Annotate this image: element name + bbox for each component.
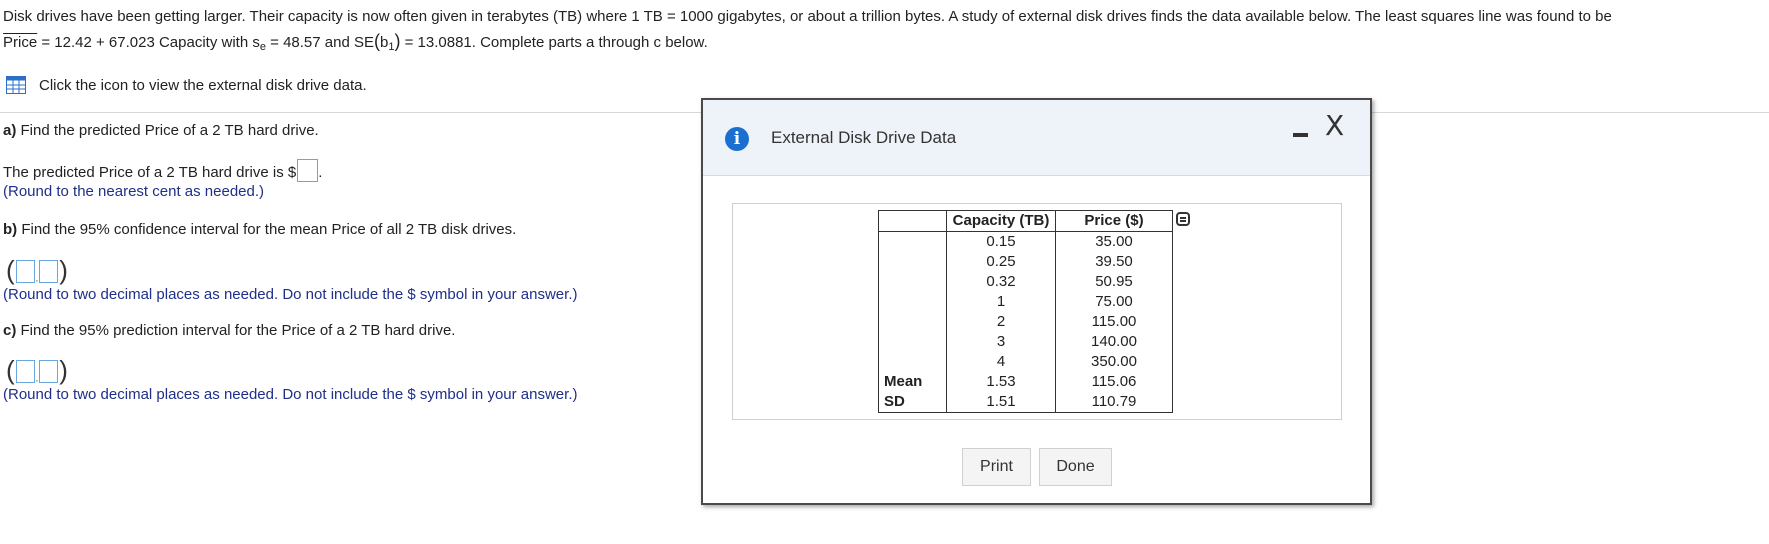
price-hat: Price <box>3 34 38 51</box>
capacity-cell: 1 <box>946 292 1056 312</box>
table-row: 3 140.00 <box>878 332 1173 352</box>
dialog-title: External Disk Drive Data <box>771 128 957 147</box>
summary-label: SD <box>878 392 947 413</box>
data-table-panel: Capacity (TB) Price ($) 0.15 35.00 0.25 39.50… <box>732 203 1342 420</box>
table-row: 0.15 35.00 <box>878 231 1173 252</box>
close-icon[interactable]: X <box>1325 112 1344 140</box>
price-cell: 350.00 <box>1055 352 1173 372</box>
capacity-cell: 0.32 <box>946 272 1056 292</box>
dialog-header: i External Disk Drive Data X <box>703 100 1370 176</box>
row-label <box>878 352 947 372</box>
summary-price: 110.79 <box>1055 392 1173 413</box>
regression-equation: Price = 12.42 + 67.023 Capacity with se … <box>3 31 708 53</box>
price-cell: 75.00 <box>1055 292 1173 312</box>
row-label <box>878 252 947 272</box>
row-label <box>878 272 947 292</box>
info-icon: i <box>725 127 749 151</box>
capacity-cell: 4 <box>946 352 1056 372</box>
part-b-interval: ( , ) <box>6 255 68 285</box>
capacity-cell: 0.25 <box>946 252 1056 272</box>
part-c-interval: ( , ) <box>6 355 68 385</box>
part-a-hint: (Round to the nearest cent as needed.) <box>3 183 265 200</box>
part-b-question: b) Find the 95% confidence interval for … <box>3 221 517 238</box>
row-label <box>878 292 947 312</box>
minimize-button[interactable] <box>1293 133 1308 137</box>
table-header-row: Capacity (TB) Price ($) <box>878 210 1173 232</box>
price-cell: 140.00 <box>1055 332 1173 352</box>
disk-data-table: Capacity (TB) Price ($) 0.15 35.00 0.25 39.50… <box>878 210 1173 413</box>
price-cell: 39.50 <box>1055 252 1173 272</box>
part-c-upper-input[interactable] <box>39 360 59 383</box>
summary-capacity: 1.53 <box>946 372 1056 392</box>
copy-data-icon[interactable] <box>1176 212 1190 226</box>
price-cell: 115.00 <box>1055 312 1173 332</box>
part-b-upper-input[interactable] <box>39 260 59 283</box>
part-a-answer-line: The predicted Price of a 2 TB hard drive… <box>3 159 322 182</box>
done-button[interactable]: Done <box>1039 448 1112 486</box>
view-data-label[interactable]: Click the icon to view the external disk… <box>39 77 367 94</box>
intro-line-1: Disk drives have been getting larger. Th… <box>3 8 1612 25</box>
print-button[interactable]: Print <box>962 448 1031 486</box>
grid-table-icon[interactable] <box>6 76 26 94</box>
capacity-cell: 2 <box>946 312 1056 332</box>
summary-row: Mean 1.53 115.06 <box>878 372 1173 392</box>
part-c-lower-input[interactable] <box>15 360 35 383</box>
summary-label: Mean <box>878 372 947 392</box>
data-dialog: i External Disk Drive Data X Capacity (T… <box>701 98 1372 505</box>
part-a-answer-input[interactable] <box>297 159 319 182</box>
part-b-hint: (Round to two decimal places as needed. … <box>3 286 578 303</box>
part-c-question: c) Find the 95% prediction interval for … <box>3 322 456 339</box>
part-b-lower-input[interactable] <box>15 260 35 283</box>
row-label <box>878 312 947 332</box>
part-c-hint: (Round to two decimal places as needed. … <box>3 386 578 403</box>
part-a-question: a) Find the predicted Price of a 2 TB ha… <box>3 122 319 139</box>
summary-price: 115.06 <box>1055 372 1173 392</box>
table-row: 0.32 50.95 <box>878 272 1173 292</box>
row-label <box>878 231 947 252</box>
row-label <box>878 332 947 352</box>
problem-statement: Disk drives have been getting larger. Th… <box>3 4 1763 60</box>
table-row: 2 115.00 <box>878 312 1173 332</box>
capacity-header: Capacity (TB) <box>946 210 1056 232</box>
price-cell: 35.00 <box>1055 231 1173 252</box>
summary-row: SD 1.51 110.79 <box>878 392 1173 413</box>
table-row: 4 350.00 <box>878 352 1173 372</box>
table-row: 1 75.00 <box>878 292 1173 312</box>
view-data-link[interactable]: Click the icon to view the external disk… <box>6 76 367 94</box>
summary-capacity: 1.51 <box>946 392 1056 413</box>
row-label-header <box>878 210 947 232</box>
capacity-cell: 3 <box>946 332 1056 352</box>
price-header: Price ($) <box>1055 210 1173 232</box>
table-row: 0.25 39.50 <box>878 252 1173 272</box>
capacity-cell: 0.15 <box>946 231 1056 252</box>
price-cell: 50.95 <box>1055 272 1173 292</box>
